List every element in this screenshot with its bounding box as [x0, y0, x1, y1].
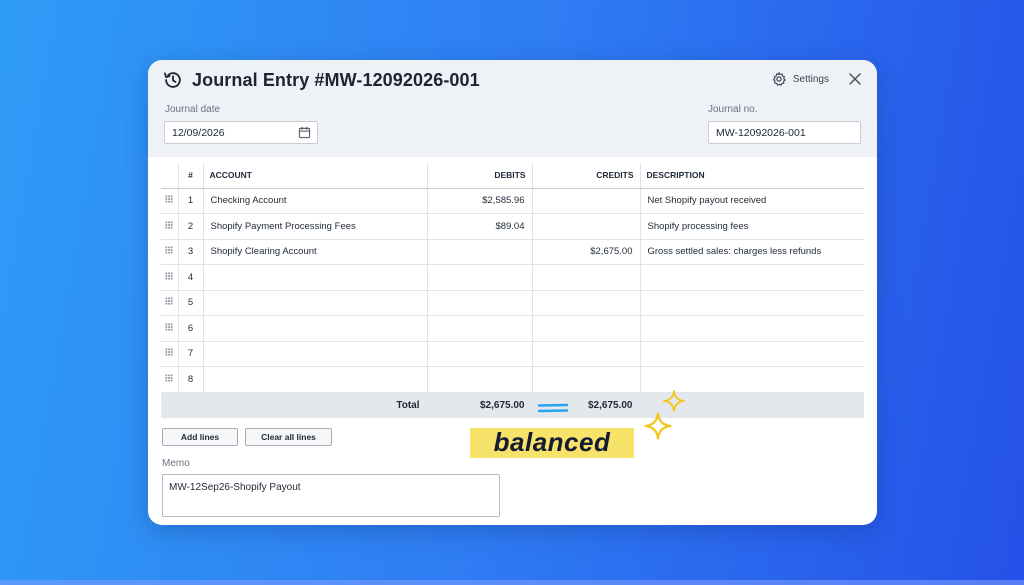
memo-value: MW-12Sep26-Shopify Payout [169, 482, 301, 493]
drag-handle-icon[interactable] [161, 290, 179, 316]
table-row: 2 Shopify Payment Processing Fees $89.04… [161, 213, 864, 240]
description-cell[interactable] [640, 264, 864, 291]
column-header-number: # [178, 163, 204, 189]
drag-handle-icon[interactable] [161, 264, 179, 291]
account-cell[interactable]: Shopify Payment Processing Fees [203, 213, 428, 240]
account-cell[interactable]: Checking Account [203, 188, 428, 214]
row-number: 4 [178, 264, 204, 291]
credit-cell[interactable] [532, 213, 641, 240]
account-cell[interactable] [203, 366, 428, 393]
total-label: Total [203, 392, 428, 418]
gear-icon [772, 72, 786, 86]
column-header-debits: DEBITS [427, 163, 533, 189]
row-number: 2 [178, 213, 204, 240]
table-row: 1 Checking Account $2,585.96 Net Shopify… [161, 188, 864, 214]
calendar-icon[interactable] [298, 126, 311, 139]
title-row: Journal Entry #MW-12092026-001 [162, 69, 480, 91]
debit-cell[interactable] [427, 239, 533, 265]
credit-cell[interactable] [532, 366, 641, 393]
journal-lines-table: # ACCOUNT DEBITS CREDITS DESCRIPTION 1 C… [161, 163, 864, 418]
journal-no-field[interactable]: MW-12092026-001 [708, 121, 861, 144]
journal-no-label: Journal no. [708, 104, 758, 115]
balanced-badge: balanced [470, 428, 634, 458]
history-icon [164, 72, 181, 88]
bottom-strip [0, 580, 1024, 585]
account-cell[interactable] [203, 264, 428, 291]
settings-button[interactable]: Settings [771, 71, 829, 87]
drag-handle-icon[interactable] [161, 366, 179, 393]
debit-cell[interactable] [427, 290, 533, 316]
row-number: 8 [178, 366, 204, 393]
row-number: 1 [178, 188, 204, 214]
debit-cell[interactable] [427, 315, 533, 342]
close-icon[interactable] [847, 71, 863, 87]
table-row: 7 [161, 341, 864, 367]
credit-cell[interactable] [532, 315, 641, 342]
description-cell[interactable] [640, 315, 864, 342]
row-number: 7 [178, 341, 204, 367]
drag-handle-icon[interactable] [161, 188, 179, 214]
add-lines-button[interactable]: Add lines [162, 428, 238, 446]
credit-cell[interactable] [532, 264, 641, 291]
total-row: Total $2,675.00 $2,675.00 [161, 392, 864, 418]
sparkle-icon [663, 390, 685, 412]
drag-handle-icon[interactable] [161, 315, 179, 342]
settings-label: Settings [792, 73, 829, 85]
journal-entry-dialog: Journal Entry #MW-12092026-001 Settings … [148, 60, 877, 525]
equals-icon [537, 403, 569, 413]
description-cell[interactable]: Gross settled sales: charges less refund… [640, 239, 864, 265]
drag-handle-icon[interactable] [161, 213, 179, 240]
row-number: 5 [178, 290, 204, 316]
clear-all-lines-button[interactable]: Clear all lines [245, 428, 332, 446]
table-row: 6 [161, 315, 864, 342]
journal-no-value: MW-12092026-001 [716, 127, 806, 139]
dialog-header: Journal Entry #MW-12092026-001 Settings … [148, 60, 877, 157]
total-spacer [178, 392, 204, 418]
row-number: 3 [178, 239, 204, 265]
credit-cell[interactable] [532, 290, 641, 316]
column-header-credits: CREDITS [532, 163, 641, 189]
account-cell[interactable]: Shopify Clearing Account [203, 239, 428, 265]
journal-date-label: Journal date [165, 104, 221, 115]
journal-date-field[interactable]: 12/09/2026 [164, 121, 318, 144]
table-header-row: # ACCOUNT DEBITS CREDITS DESCRIPTION [161, 163, 864, 189]
journal-date-value: 12/09/2026 [172, 127, 225, 139]
table-row: 4 [161, 264, 864, 291]
debit-cell[interactable] [427, 366, 533, 393]
credit-cell[interactable] [532, 341, 641, 367]
account-cell[interactable] [203, 341, 428, 367]
credit-cell[interactable] [532, 188, 641, 214]
drag-column-header [161, 163, 179, 189]
debit-cell[interactable]: $89.04 [427, 213, 533, 240]
dialog-title: Journal Entry #MW-12092026-001 [192, 69, 480, 90]
memo-label: Memo [162, 458, 190, 469]
memo-field[interactable]: MW-12Sep26-Shopify Payout [162, 474, 500, 517]
table-row: 5 [161, 290, 864, 316]
total-debits: $2,675.00 [427, 392, 533, 418]
debit-cell[interactable]: $2,585.96 [427, 188, 533, 214]
table-row: 3 Shopify Clearing Account $2,675.00 Gro… [161, 239, 864, 265]
drag-handle-icon[interactable] [161, 239, 179, 265]
description-cell[interactable]: Shopify processing fees [640, 213, 864, 240]
debit-cell[interactable] [427, 264, 533, 291]
table-row: 8 [161, 366, 864, 393]
description-cell[interactable] [640, 341, 864, 367]
credit-cell[interactable]: $2,675.00 [532, 239, 641, 265]
column-header-account: ACCOUNT [203, 163, 428, 189]
total-spacer [161, 392, 179, 418]
description-cell[interactable]: Net Shopify payout received [640, 188, 864, 214]
sparkle-icon [644, 412, 672, 440]
column-header-description: DESCRIPTION [640, 163, 864, 189]
account-cell[interactable] [203, 315, 428, 342]
drag-handle-icon[interactable] [161, 341, 179, 367]
debit-cell[interactable] [427, 341, 533, 367]
description-cell[interactable] [640, 290, 864, 316]
account-cell[interactable] [203, 290, 428, 316]
row-number: 6 [178, 315, 204, 342]
